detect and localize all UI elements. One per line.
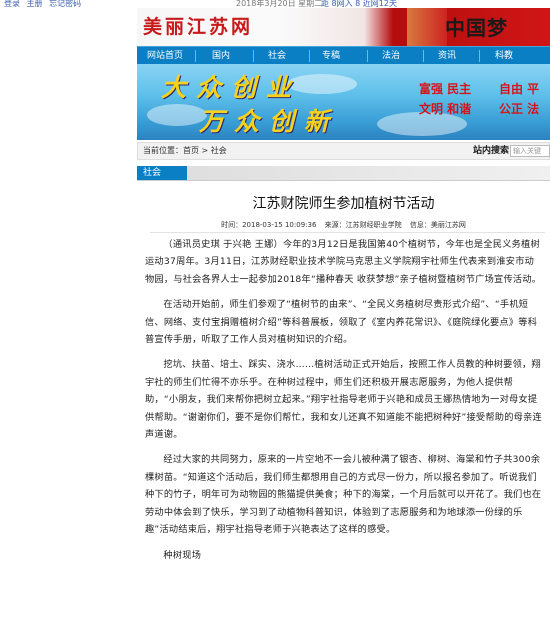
article-info: 信息：美丽江苏网 (409, 221, 466, 229)
hero-slogan-line2: 万众创新 (199, 107, 340, 136)
nav-divider (367, 50, 368, 62)
hero-slogan-line1: 大众创业 (161, 73, 302, 102)
nav-item-home[interactable]: 网站首页 (147, 47, 183, 65)
article-paragraph: 种树现场 (163, 549, 202, 561)
section-header: 社会 (137, 166, 550, 181)
current-date: 2018年3月20日 星期二 (236, 0, 323, 8)
article-paragraph: 经过大家的共同努力，原来的一片空地不一会儿被种满了银杏、柳树、海棠和竹子共300… (145, 454, 542, 536)
nav-item-law[interactable]: 法治 (382, 47, 400, 65)
article-title: 江苏财院师生参加植树节活动 (252, 196, 435, 212)
nav-item-society[interactable]: 社会 (268, 47, 286, 65)
article-meta: 时间：2018-03-15 10:09:36 来源：江苏财经职业学院 信息：美丽… (137, 220, 550, 230)
site-search-label: 站内搜索 (473, 146, 510, 156)
nav-item-news[interactable]: 资讯 (438, 47, 456, 65)
top-utility-bar: 登录 主册 忘记密码 2018年3月20日 星期二 距 8网入 8 近网12天 (0, 0, 550, 8)
core-value-slogan: 富强 民主 (419, 82, 472, 96)
hero-banner: 大众创业 万众创新 富强 民主 自由 平 文明 和谐 公正 法 (137, 64, 550, 140)
nav-item-features[interactable]: 专稿 (322, 47, 340, 65)
article-body: （通讯员史琪 于兴艳 王娜）今年的3月12日是我国第40个植树节，今年也是全民义… (145, 236, 543, 572)
breadcrumb-bar: 当前位置：首页 > 社会 站内搜索 输入关键 (137, 142, 550, 160)
forgot-password-link[interactable]: 忘记密码 (49, 0, 81, 8)
article-paragraph: 在活动开始前，师生们参观了“植树节的由来”、“全民义务植树尽责形式介绍”、“手机… (145, 299, 538, 346)
site-stats: 距 8网入 8 近网12天 (321, 0, 397, 8)
breadcrumb-separator: > (201, 146, 209, 155)
nav-item-domestic[interactable]: 国内 (212, 47, 230, 65)
search-input[interactable]: 输入关键 (510, 145, 550, 157)
nav-item-science[interactable]: 科教 (495, 47, 513, 65)
core-value-slogan: 文明 和谐 (419, 102, 472, 116)
breadcrumb-current-link[interactable]: 社会 (211, 146, 227, 155)
section-tab-society[interactable]: 社会 (137, 166, 187, 180)
nav-divider (253, 50, 254, 62)
main-nav: 网站首页 国内 社会 专稿 法治 资讯 科教 (137, 46, 550, 65)
china-dream-emblem: 中国梦 (445, 16, 508, 40)
site-logo[interactable]: 美丽江苏网 (143, 12, 253, 39)
breadcrumb-home-link[interactable]: 首页 (183, 146, 199, 155)
login-link[interactable]: 登录 (4, 0, 20, 8)
title-divider (150, 232, 545, 233)
cloud-decoration (147, 104, 207, 126)
site-banner: 美丽江苏网 中国梦 (137, 8, 550, 46)
nav-divider (479, 50, 480, 62)
nav-divider (423, 50, 424, 62)
core-value-slogan: 自由 平 (499, 82, 540, 96)
banner-decoration (407, 8, 447, 46)
core-value-slogan: 公正 法 (499, 102, 540, 116)
article-paragraph: 挖坑、扶苗、培土、踩实、浇水……植树活动正式开始后，按照工作人员教的种树要领，翔… (145, 359, 542, 441)
register-link[interactable]: 主册 (27, 0, 43, 8)
breadcrumb: 当前位置：首页 > 社会 (143, 143, 227, 159)
nav-divider (195, 50, 196, 62)
breadcrumb-prefix: 当前位置： (143, 146, 183, 155)
nav-divider (309, 50, 310, 62)
article-source: 来源：江苏财经职业学院 (324, 221, 402, 229)
left-margin (0, 8, 137, 636)
article-paragraph: （通讯员史琪 于兴艳 王娜）今年的3月12日是我国第40个植树节，今年也是全民义… (145, 239, 542, 285)
article-time: 时间：2018-03-15 10:09:36 (221, 221, 317, 229)
